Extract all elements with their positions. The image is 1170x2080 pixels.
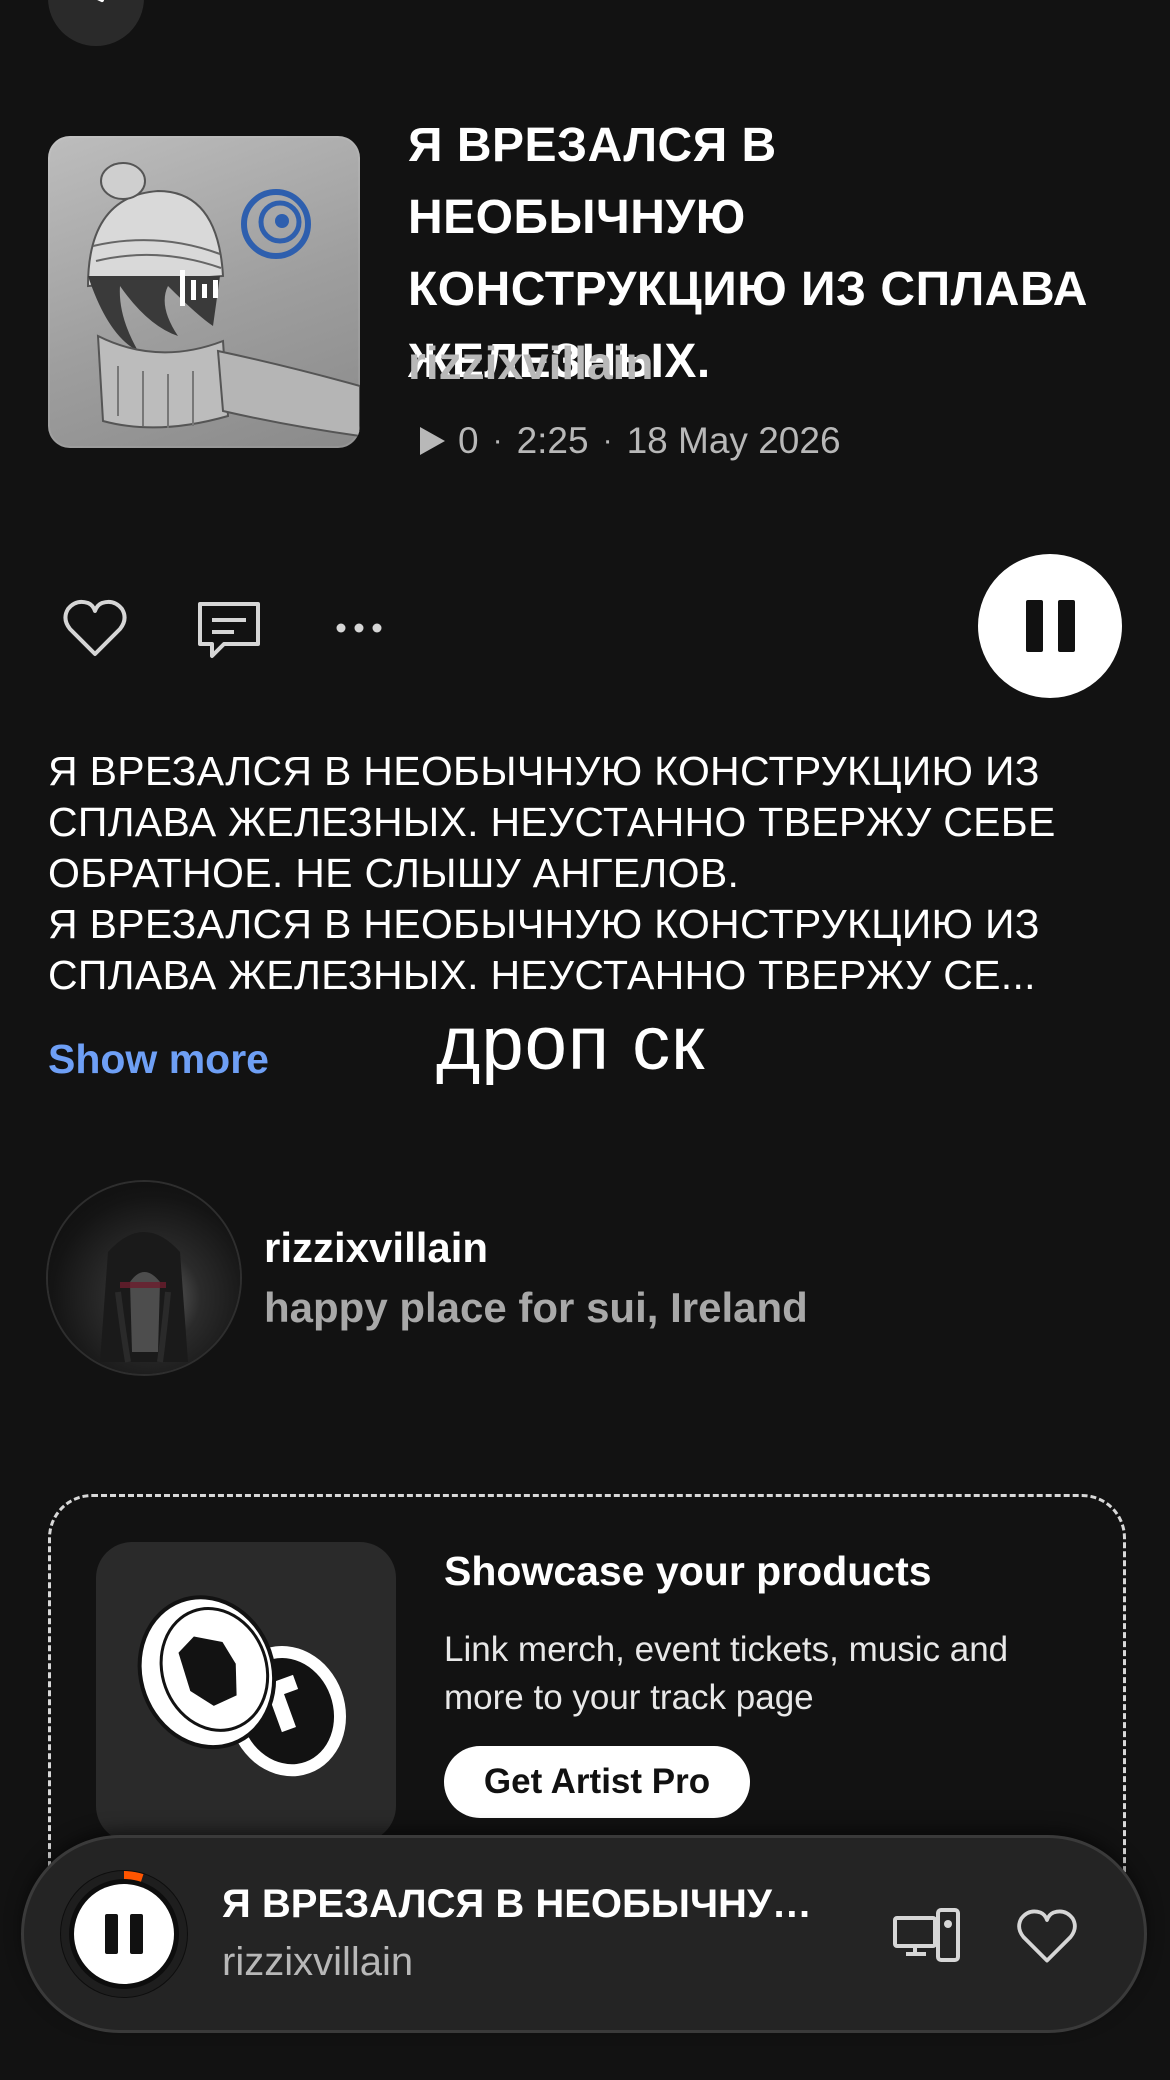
track-artwork[interactable] — [48, 136, 360, 448]
track-duration: 2:25 — [516, 420, 589, 461]
play-icon — [420, 427, 445, 455]
artist-avatar[interactable] — [48, 1182, 240, 1374]
comment-icon — [198, 602, 260, 658]
meta-separator: · — [602, 424, 613, 457]
overlay-caption: дроп ск — [436, 1001, 706, 1086]
show-more-link[interactable]: Show more — [48, 1036, 269, 1083]
promo-coins-image — [96, 1542, 396, 1842]
pause-button[interactable] — [978, 554, 1122, 698]
more-horizontal-icon — [336, 623, 382, 633]
track-artist-link[interactable]: rizzixvillain — [408, 336, 653, 390]
back-button[interactable] — [48, 0, 144, 46]
avatar-image — [100, 1232, 188, 1363]
device-connect-button[interactable] — [892, 1906, 962, 1971]
get-artist-pro-button[interactable]: Get Artist Pro — [444, 1746, 750, 1818]
promo-title: Showcase your products — [444, 1548, 932, 1594]
more-options-button[interactable] — [326, 596, 396, 666]
meta-separator: · — [492, 424, 503, 457]
mini-player-title[interactable]: Я ВРЕЗАЛСЯ В НЕОБЫЧНУЮ КОНСТРУКЦИЮ ИЗ СП… — [222, 1882, 842, 1927]
mini-player-artist[interactable]: rizzixvillain — [222, 1940, 413, 1985]
heart-icon — [1017, 1909, 1077, 1963]
device-connect-icon — [893, 1908, 960, 1962]
track-meta: 0 · 2:25 · 18 May 2026 — [414, 416, 841, 466]
artist-name[interactable]: rizzixvillain — [264, 1224, 488, 1272]
mini-player-pause-button[interactable] — [60, 1870, 188, 1998]
like-button[interactable] — [60, 594, 130, 664]
promo-text: Link merch, event tickets, music and mor… — [444, 1630, 1009, 1717]
mini-player-like-button[interactable] — [1014, 1904, 1080, 1975]
track-date: 18 May 2026 — [626, 420, 841, 461]
waveform-icon — [180, 270, 218, 306]
coins-icon — [137, 1595, 347, 1777]
artist-location: happy place for sui, Ireland — [264, 1284, 808, 1331]
track-description: Я ВРЕЗАЛСЯ В НЕОБЫЧНУЮ КОНСТРУКЦИЮ ИЗ СП… — [48, 748, 1056, 998]
mini-player[interactable] — [24, 1838, 1144, 2030]
pause-icon — [74, 1884, 174, 1984]
chevron-left-icon — [97, 0, 104, 2]
comment-button[interactable] — [194, 596, 264, 666]
play-count: 0 — [458, 420, 479, 461]
heart-icon — [63, 599, 127, 656]
